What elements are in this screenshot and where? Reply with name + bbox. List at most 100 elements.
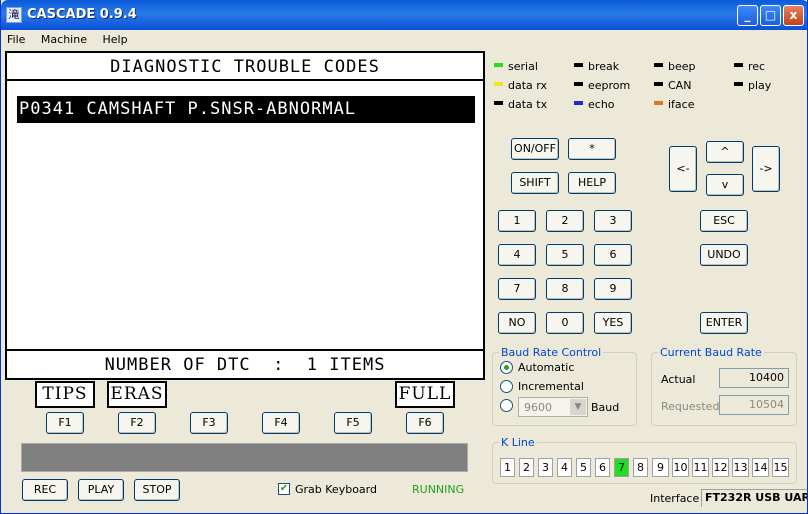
undo-button[interactable]: UNDO — [700, 244, 748, 266]
left-arrow-button[interactable]: <- — [669, 146, 697, 192]
menu-file[interactable]: File — [1, 30, 31, 46]
led-serial — [494, 63, 503, 67]
led-rec — [734, 63, 743, 67]
title-bar[interactable]: 滝 CASCADE 0.9.4 _ □ x — [1, 0, 807, 30]
esc-button[interactable]: ESC — [700, 210, 748, 232]
f3-button[interactable]: F3 — [190, 412, 228, 434]
led-echo — [574, 101, 583, 105]
kline-pin-9[interactable]: 9 — [652, 458, 669, 477]
indicator-echo-label: echo — [588, 98, 615, 111]
kline-pin-6[interactable]: 6 — [595, 458, 610, 477]
key-1[interactable]: 1 — [498, 210, 536, 232]
led-play — [734, 82, 743, 86]
menu-machine[interactable]: Machine — [35, 30, 93, 46]
kline-pin-14[interactable]: 14 — [752, 458, 769, 477]
lcd-display: DIAGNOSTIC TROUBLE CODES P0341 CAMSHAFT … — [5, 51, 485, 380]
run-state: RUNNING — [412, 483, 465, 496]
kline-pin-1[interactable]: 1 — [500, 458, 515, 477]
led-break — [574, 63, 583, 67]
led-iface — [654, 101, 663, 105]
key-9[interactable]: 9 — [594, 278, 632, 300]
baud-label: Baud — [591, 401, 620, 414]
k-line-title: K Line — [499, 436, 537, 449]
indicator-beep-label: beep — [668, 60, 696, 73]
kline-pin-10[interactable]: 10 — [672, 458, 689, 477]
maximize-button[interactable]: □ — [760, 5, 781, 26]
grab-keyboard-checkbox[interactable]: ✔ — [278, 483, 290, 495]
kline-pin-15[interactable]: 15 — [772, 458, 789, 477]
indicator-data-tx-label: data tx — [508, 98, 548, 111]
automatic-label[interactable]: Automatic — [518, 361, 574, 374]
key-0[interactable]: 0 — [546, 312, 584, 334]
f5-button[interactable]: F5 — [334, 412, 372, 434]
star-button[interactable]: * — [568, 138, 616, 160]
yes-button[interactable]: YES — [594, 312, 632, 334]
led-data-rx — [494, 82, 503, 86]
shift-button[interactable]: SHIFT — [511, 172, 559, 194]
app-window: 滝 CASCADE 0.9.4 _ □ x File Machine Help … — [0, 0, 808, 514]
indicator-eeprom-label: eeprom — [588, 79, 631, 92]
f1-button[interactable]: F1 — [46, 412, 84, 434]
led-data-tx — [494, 101, 503, 105]
kline-pin-13[interactable]: 13 — [732, 458, 749, 477]
interface-label: Interface — [650, 492, 700, 505]
indicator-can-label: CAN — [668, 79, 692, 92]
up-arrow-button[interactable]: ^ — [706, 141, 744, 163]
menu-help[interactable]: Help — [96, 30, 133, 46]
led-can — [654, 82, 663, 86]
minimize-button[interactable]: _ — [737, 5, 758, 26]
help-button[interactable]: HELP — [568, 172, 616, 194]
baud-select-value: 9600 — [524, 401, 552, 414]
requested-baud-field: 10504 — [719, 395, 789, 415]
f4-button[interactable]: F4 — [262, 412, 300, 434]
indicator-play-label: play — [748, 79, 772, 92]
kline-pin-3[interactable]: 3 — [538, 458, 553, 477]
dtc-row[interactable]: P0341 CAMSHAFT P.SNSR-ABNORMAL — [17, 96, 475, 123]
close-button[interactable]: x — [783, 5, 804, 26]
incremental-radio[interactable] — [500, 380, 513, 393]
key-7[interactable]: 7 — [498, 278, 536, 300]
enter-button[interactable]: ENTER — [700, 312, 748, 334]
indicator-break-label: break — [588, 60, 620, 73]
indicator-rec-label: rec — [748, 60, 766, 73]
grab-keyboard-label[interactable]: Grab Keyboard — [295, 483, 377, 496]
display-header: DIAGNOSTIC TROUBLE CODES — [7, 53, 483, 81]
custom-baud-radio[interactable] — [500, 399, 513, 412]
baud-select[interactable]: 9600 ▼ — [518, 397, 588, 417]
key-4[interactable]: 4 — [498, 244, 536, 266]
key-3[interactable]: 3 — [594, 210, 632, 232]
softkey-label-f6: FULL — [395, 381, 455, 408]
key-8[interactable]: 8 — [546, 278, 584, 300]
key-2[interactable]: 2 — [546, 210, 584, 232]
kline-pin-7[interactable]: 7 — [614, 458, 629, 477]
softkey-label-f1: TIPS — [35, 381, 95, 408]
indicator-iface-label: iface — [668, 98, 695, 111]
key-6[interactable]: 6 — [594, 244, 632, 266]
rec-button[interactable]: REC — [22, 479, 68, 501]
baud-rate-control-title: Baud Rate Control — [499, 346, 604, 359]
kline-pin-11[interactable]: 11 — [692, 458, 709, 477]
stop-button[interactable]: STOP — [134, 479, 180, 501]
kline-pin-12[interactable]: 12 — [712, 458, 729, 477]
window-title: CASCADE 0.9.4 — [27, 7, 137, 22]
chevron-down-icon[interactable]: ▼ — [570, 399, 586, 415]
kline-pin-4[interactable]: 4 — [557, 458, 572, 477]
kline-pin-5[interactable]: 5 — [576, 458, 591, 477]
no-button[interactable]: NO — [498, 312, 536, 334]
progress-bar — [21, 443, 468, 472]
key-5[interactable]: 5 — [546, 244, 584, 266]
actual-label: Actual — [661, 373, 696, 386]
onoff-button[interactable]: ON/OFF — [511, 138, 559, 160]
incremental-label[interactable]: Incremental — [518, 380, 584, 393]
kline-pin-8[interactable]: 8 — [633, 458, 648, 477]
kline-pin-2[interactable]: 2 — [519, 458, 534, 477]
automatic-radio[interactable] — [500, 361, 513, 374]
right-arrow-button[interactable]: -> — [752, 146, 780, 192]
f6-button[interactable]: F6 — [406, 412, 444, 434]
indicator-serial-label: serial — [508, 60, 538, 73]
current-baud-rate-title: Current Baud Rate — [658, 346, 764, 359]
down-arrow-button[interactable]: v — [706, 174, 744, 196]
f2-button[interactable]: F2 — [118, 412, 156, 434]
display-footer: NUMBER OF DTC : 1 ITEMS — [7, 349, 483, 378]
play-button[interactable]: PLAY — [78, 479, 124, 501]
